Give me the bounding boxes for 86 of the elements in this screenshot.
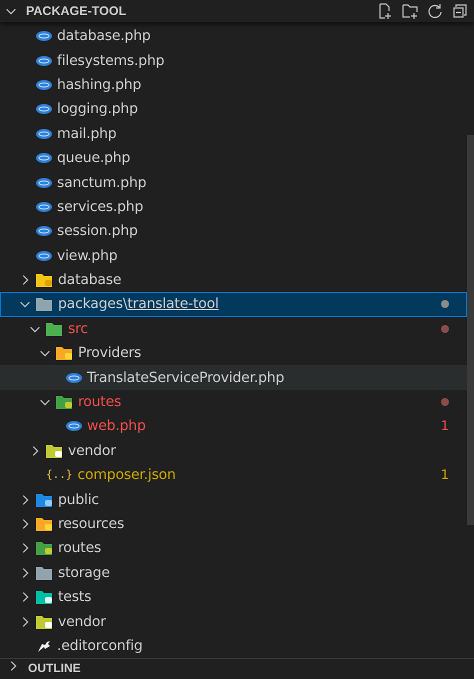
folder-icon (36, 517, 53, 531)
php-file-icon (36, 226, 52, 236)
folder-name: packages\translate-tool (58, 296, 219, 312)
folder-row[interactable]: public (0, 487, 467, 512)
folder-row[interactable]: packages\translate-tool (0, 292, 467, 317)
folder-name: tests (58, 589, 92, 606)
folder-name: public (58, 492, 99, 508)
file-name: view.php (57, 248, 118, 264)
file-row[interactable]: services.php (0, 194, 467, 220)
folder-name: routes (58, 540, 102, 556)
collapse-all-icon[interactable] (452, 3, 468, 19)
file-name: .editorconfig (57, 638, 143, 654)
folder-icon (56, 395, 73, 410)
file-name: filesystems.php (57, 52, 164, 69)
folder-row[interactable]: tests (0, 584, 467, 610)
file-row[interactable]: queue.php (0, 146, 467, 170)
file-row[interactable]: database.php (0, 24, 467, 48)
folder-name: src (68, 320, 88, 337)
folder-icon (36, 492, 53, 507)
file-name: session.php (57, 223, 138, 240)
file-row[interactable]: filesystems.php (0, 48, 467, 73)
file-name: sanctum.php (57, 174, 146, 191)
folder-icon (36, 590, 53, 604)
problem-count: 1 (440, 468, 449, 483)
file-name: mail.php (57, 126, 116, 142)
folder-row[interactable]: routes (0, 536, 467, 561)
file-row[interactable]: session.php (0, 219, 467, 244)
refresh-icon[interactable] (427, 3, 443, 19)
folder-row[interactable]: resources (0, 512, 467, 536)
php-file-icon (36, 56, 52, 66)
php-file-icon (36, 104, 52, 114)
php-file-icon (66, 421, 82, 432)
file-row[interactable]: sanctum.php (0, 170, 467, 195)
file-row[interactable]: mail.php (0, 122, 467, 146)
explorer-title: PACKAGE-TOOL (26, 4, 128, 18)
folder-icon (36, 541, 53, 556)
folder-icon (36, 273, 53, 288)
new-folder-icon[interactable] (402, 3, 418, 19)
php-file-icon (36, 80, 52, 90)
file-name: logging.php (57, 101, 138, 118)
problem-count: 1 (440, 418, 449, 434)
file-name: services.php (57, 198, 144, 215)
folder-icon (36, 566, 53, 580)
folder-name: vendor (58, 614, 106, 630)
folder-icon (46, 444, 63, 458)
folder-row[interactable]: routes (0, 390, 467, 414)
folder-icon (36, 614, 53, 629)
folder-row[interactable]: vendor (0, 609, 467, 634)
json-file-icon: {..} (46, 468, 72, 482)
php-file-icon (36, 128, 52, 139)
file-name: queue.php (57, 150, 130, 166)
new-file-icon[interactable] (377, 3, 393, 19)
file-name: TranslateServiceProvider.php (87, 370, 284, 386)
folder-icon (46, 322, 63, 336)
folder-row[interactable]: src (0, 316, 467, 342)
folder-row[interactable]: database (0, 268, 467, 292)
php-file-icon (36, 250, 52, 261)
outline-title[interactable]: OUTLINE (28, 659, 81, 677)
file-row[interactable]: view.php (0, 244, 467, 268)
file-row[interactable]: hashing.php (0, 72, 467, 98)
file-row[interactable]: {..} composer.json 1 (0, 463, 467, 488)
folder-name: routes (78, 394, 122, 410)
php-file-icon (36, 153, 52, 164)
scrollbar[interactable] (467, 135, 474, 525)
file-name: web.php (87, 418, 146, 434)
php-file-icon (36, 202, 52, 212)
folder-name: database (58, 272, 122, 288)
file-name: composer.json (78, 467, 176, 484)
folder-row[interactable]: vendor (0, 438, 467, 464)
php-file-icon (66, 372, 82, 383)
file-row[interactable]: .editorconfig (0, 634, 467, 658)
folder-name: storage (58, 564, 110, 581)
php-file-icon (36, 178, 52, 188)
folder-icon (56, 346, 73, 360)
file-row[interactable]: web.php 1 (0, 414, 467, 439)
folder-name: Providers (78, 345, 142, 362)
folder-name: resources (58, 516, 124, 532)
file-name: database.php (57, 28, 151, 44)
php-file-icon (36, 31, 52, 42)
folder-icon (36, 297, 53, 312)
folder-row[interactable]: storage (0, 560, 467, 585)
file-row[interactable]: logging.php (0, 97, 467, 122)
folder-name: vendor (68, 442, 116, 459)
file-name: hashing.php (57, 76, 142, 93)
folder-row[interactable]: Providers (0, 341, 467, 366)
file-row[interactable]: TranslateServiceProvider.php (0, 365, 467, 390)
